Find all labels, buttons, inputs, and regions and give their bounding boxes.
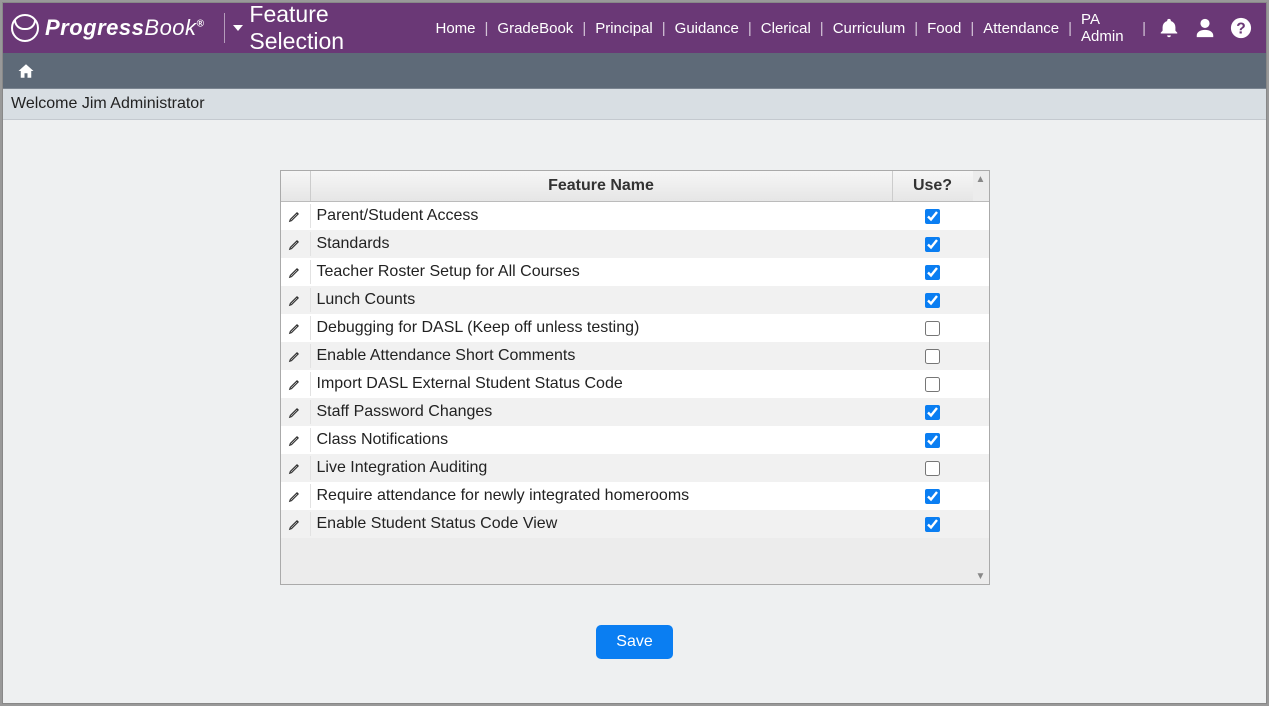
use-checkbox[interactable] <box>925 237 940 252</box>
use-checkbox[interactable] <box>925 461 940 476</box>
breadcrumb-bar <box>3 53 1266 89</box>
feature-name-cell: Class Notifications <box>311 426 893 454</box>
user-icon[interactable] <box>1194 17 1216 39</box>
feature-name-cell: Debugging for DASL (Keep off unless test… <box>311 314 893 342</box>
feature-name-cell: Standards <box>311 230 893 258</box>
table-row: Enable Attendance Short Comments <box>281 342 989 370</box>
page-title: Feature Selection <box>249 1 426 55</box>
welcome-message: Welcome Jim Administrator <box>3 89 1266 120</box>
nav-link-food[interactable]: Food <box>918 20 970 37</box>
nav-link-clerical[interactable]: Clerical <box>752 20 820 37</box>
brand-name: ProgressBook® <box>45 15 204 41</box>
nav-link-attendance[interactable]: Attendance <box>974 20 1068 37</box>
edit-icon[interactable] <box>281 232 311 256</box>
edit-icon[interactable] <box>281 512 311 536</box>
divider <box>224 13 225 43</box>
feature-name-cell: Staff Password Changes <box>311 398 893 426</box>
table-row: Live Integration Auditing <box>281 454 989 482</box>
scroll-up-icon[interactable]: ▲ <box>975 173 987 185</box>
edit-icon[interactable] <box>281 484 311 508</box>
feature-name-cell: Lunch Counts <box>311 286 893 314</box>
grid-footer: ▼ <box>281 538 989 584</box>
edit-icon[interactable] <box>281 456 311 480</box>
table-row: Class Notifications <box>281 426 989 454</box>
feature-name-cell: Import DASL External Student Status Code <box>311 370 893 398</box>
feature-name-cell: Parent/Student Access <box>311 202 893 230</box>
help-icon[interactable]: ? <box>1230 17 1252 39</box>
table-row: Staff Password Changes <box>281 398 989 426</box>
feature-name-cell: Require attendance for newly integrated … <box>311 482 893 510</box>
nav-link-guidance[interactable]: Guidance <box>666 20 748 37</box>
table-row: Standards <box>281 230 989 258</box>
nav-link-paadmin[interactable]: PA Admin <box>1072 11 1142 45</box>
use-checkbox[interactable] <box>925 433 940 448</box>
table-row: Teacher Roster Setup for All Courses <box>281 258 989 286</box>
use-checkbox[interactable] <box>925 293 940 308</box>
table-row: Enable Student Status Code View <box>281 510 989 538</box>
use-checkbox[interactable] <box>925 517 940 532</box>
nav-link-principal[interactable]: Principal <box>586 20 662 37</box>
nav-links: Home| GradeBook| Principal| Guidance| Cl… <box>427 11 1147 45</box>
save-button[interactable]: Save <box>596 625 672 659</box>
edit-icon[interactable] <box>281 344 311 368</box>
feature-name-cell: Teacher Roster Setup for All Courses <box>311 258 893 286</box>
use-checkbox[interactable] <box>925 265 940 280</box>
top-nav: ProgressBook® Feature Selection Home| Gr… <box>3 3 1266 53</box>
edit-icon[interactable] <box>281 372 311 396</box>
edit-icon[interactable] <box>281 204 311 228</box>
bell-icon[interactable] <box>1158 17 1180 39</box>
edit-icon[interactable] <box>281 428 311 452</box>
nav-link-gradebook[interactable]: GradeBook <box>488 20 582 37</box>
use-checkbox[interactable] <box>925 489 940 504</box>
grid-header: Feature Name Use? ▲ <box>281 171 989 202</box>
feature-name-cell: Enable Attendance Short Comments <box>311 342 893 370</box>
edit-icon[interactable] <box>281 400 311 424</box>
brand[interactable]: ProgressBook® <box>11 14 216 42</box>
use-checkbox[interactable] <box>925 209 940 224</box>
table-row: Debugging for DASL (Keep off unless test… <box>281 314 989 342</box>
header-feature-name[interactable]: Feature Name <box>311 171 893 201</box>
nav-link-home[interactable]: Home <box>427 20 485 37</box>
table-row: Lunch Counts <box>281 286 989 314</box>
edit-icon[interactable] <box>281 260 311 284</box>
scroll-down-icon[interactable]: ▼ <box>975 570 987 582</box>
feature-name-cell: Enable Student Status Code View <box>311 510 893 538</box>
use-checkbox[interactable] <box>925 349 940 364</box>
use-checkbox[interactable] <box>925 377 940 392</box>
edit-icon[interactable] <box>281 316 311 340</box>
feature-name-cell: Live Integration Auditing <box>311 454 893 482</box>
brand-logo-icon <box>11 14 39 42</box>
edit-icon[interactable] <box>281 288 311 312</box>
table-row: Import DASL External Student Status Code <box>281 370 989 398</box>
chevron-down-icon <box>233 25 243 31</box>
feature-grid: Feature Name Use? ▲ Parent/Student Acces… <box>280 170 990 585</box>
home-icon[interactable] <box>17 62 35 80</box>
use-checkbox[interactable] <box>925 321 940 336</box>
table-row: Parent/Student Access <box>281 202 989 230</box>
table-row: Require attendance for newly integrated … <box>281 482 989 510</box>
svg-text:?: ? <box>1236 21 1246 38</box>
page-title-dropdown[interactable]: Feature Selection <box>233 1 426 55</box>
nav-link-curriculum[interactable]: Curriculum <box>824 20 915 37</box>
main-content: Feature Name Use? ▲ Parent/Student Acces… <box>3 120 1266 679</box>
header-use[interactable]: Use? <box>893 171 973 201</box>
use-checkbox[interactable] <box>925 405 940 420</box>
